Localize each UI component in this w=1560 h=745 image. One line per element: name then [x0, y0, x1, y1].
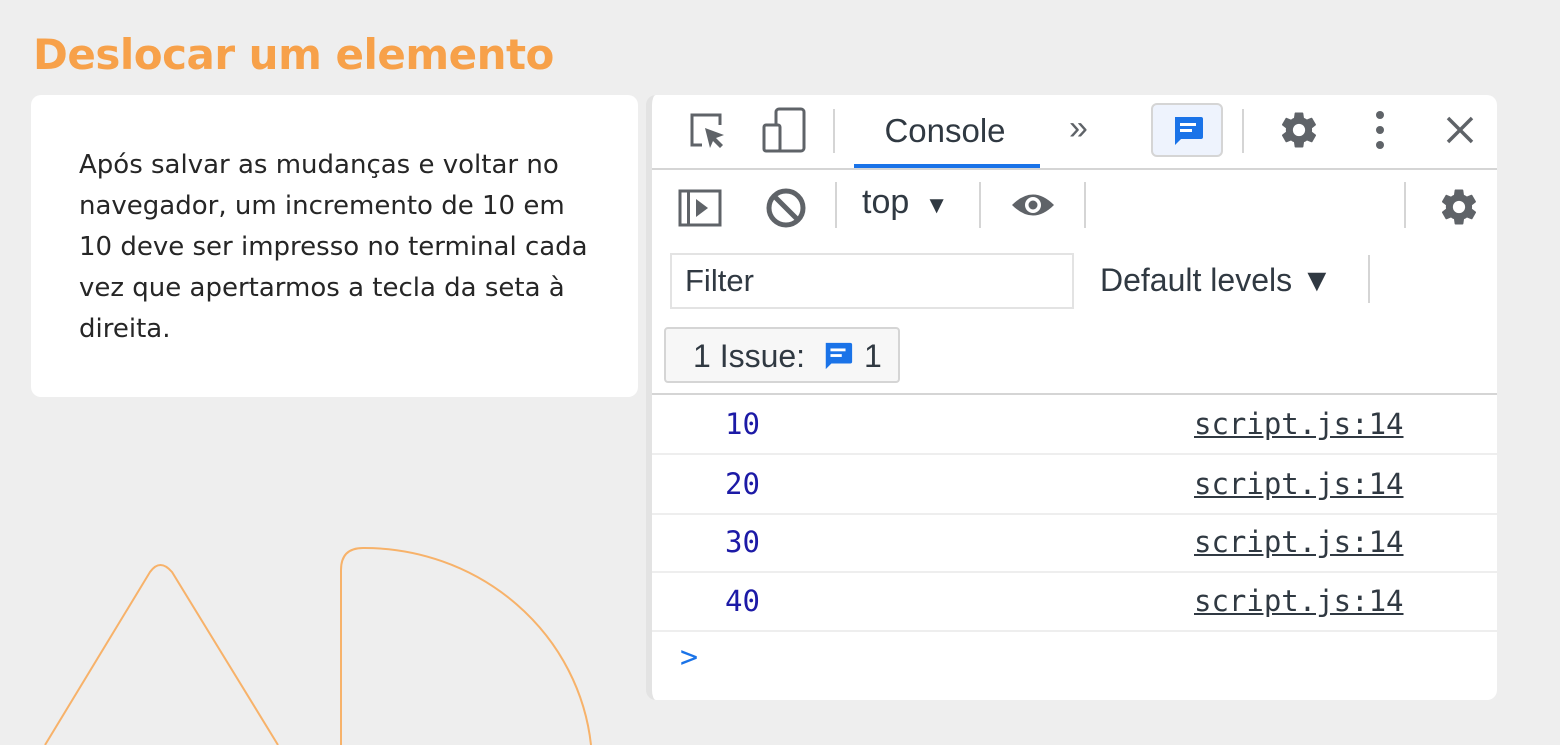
filter-input[interactable]	[670, 253, 1074, 309]
devtools-tabbar: Console »	[652, 95, 1497, 170]
quarter-circle-outline	[340, 546, 592, 745]
instruction-card: Após salvar as mudanças e voltar no nave…	[31, 95, 638, 397]
issues-label: 1 Issue:	[693, 338, 806, 374]
divider	[1368, 255, 1370, 303]
message-icon	[822, 340, 854, 372]
default-levels-dropdown[interactable]: Default levels ▼	[1100, 262, 1333, 299]
message-icon	[1171, 115, 1205, 147]
log-source-link[interactable]: script.js:14	[1194, 407, 1404, 441]
divider	[1404, 182, 1406, 228]
slide-title: Deslocar um elemento	[33, 30, 554, 79]
live-expression-icon[interactable]	[1010, 190, 1056, 220]
console-toolbar: top ▼	[652, 170, 1497, 246]
issues-messages-button[interactable]	[1151, 103, 1223, 157]
log-row: 30 script.js:14	[652, 513, 1497, 573]
issues-button[interactable]: 1 Issue: 1	[664, 327, 900, 383]
divider	[833, 109, 835, 153]
triangle-outline	[44, 564, 279, 745]
log-value: 40	[725, 584, 760, 618]
console-prompt[interactable]: >	[680, 640, 698, 675]
more-vertical-icon[interactable]	[1372, 109, 1388, 151]
select-element-icon[interactable]	[688, 111, 728, 151]
device-toolbar-icon[interactable]	[762, 107, 808, 153]
divider	[1084, 182, 1086, 228]
more-tabs-button[interactable]: »	[1069, 109, 1088, 148]
log-source-link[interactable]: script.js:14	[1194, 584, 1404, 618]
context-label: top	[862, 183, 910, 221]
divider	[979, 182, 981, 228]
divider	[1242, 109, 1244, 153]
log-row: 10 script.js:14	[652, 395, 1497, 455]
show-sidebar-icon[interactable]	[678, 189, 722, 227]
context-dropdown-arrow: ▼	[924, 192, 949, 219]
active-tab-indicator	[854, 164, 1040, 168]
issues-count: 1	[864, 338, 882, 374]
tab-console[interactable]: Console	[850, 95, 1040, 168]
close-icon[interactable]	[1445, 115, 1475, 145]
log-row: 40 script.js:14	[652, 572, 1497, 632]
gear-icon[interactable]	[1438, 186, 1480, 228]
divider	[835, 182, 837, 228]
log-value: 30	[725, 525, 760, 559]
context-selector[interactable]: top ▼	[862, 183, 948, 222]
log-value: 10	[725, 407, 760, 441]
devtools-panel: Console » top ▼ Filter Default levels ▼ …	[646, 95, 1497, 700]
log-source-link[interactable]: script.js:14	[1194, 467, 1404, 501]
clear-console-icon[interactable]	[765, 187, 807, 229]
log-value: 20	[725, 467, 760, 501]
gear-icon[interactable]	[1278, 109, 1320, 151]
log-source-link[interactable]: script.js:14	[1194, 525, 1404, 559]
log-row: 20 script.js:14	[652, 455, 1497, 515]
instruction-text: Após salvar as mudanças e voltar no nave…	[79, 150, 588, 344]
